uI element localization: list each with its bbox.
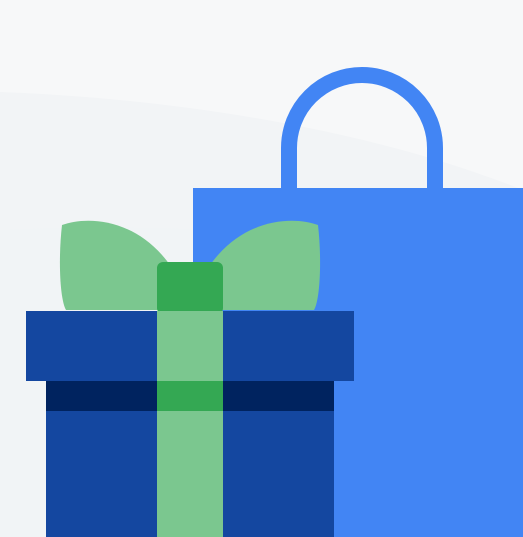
illustration-canvas — [0, 0, 523, 537]
gift-box-icon — [26, 220, 354, 537]
gift-ribbon-band-cross — [157, 381, 223, 411]
bow-knot — [157, 262, 223, 314]
promo-illustration — [0, 0, 523, 537]
gift-ribbon-vertical — [157, 311, 223, 537]
